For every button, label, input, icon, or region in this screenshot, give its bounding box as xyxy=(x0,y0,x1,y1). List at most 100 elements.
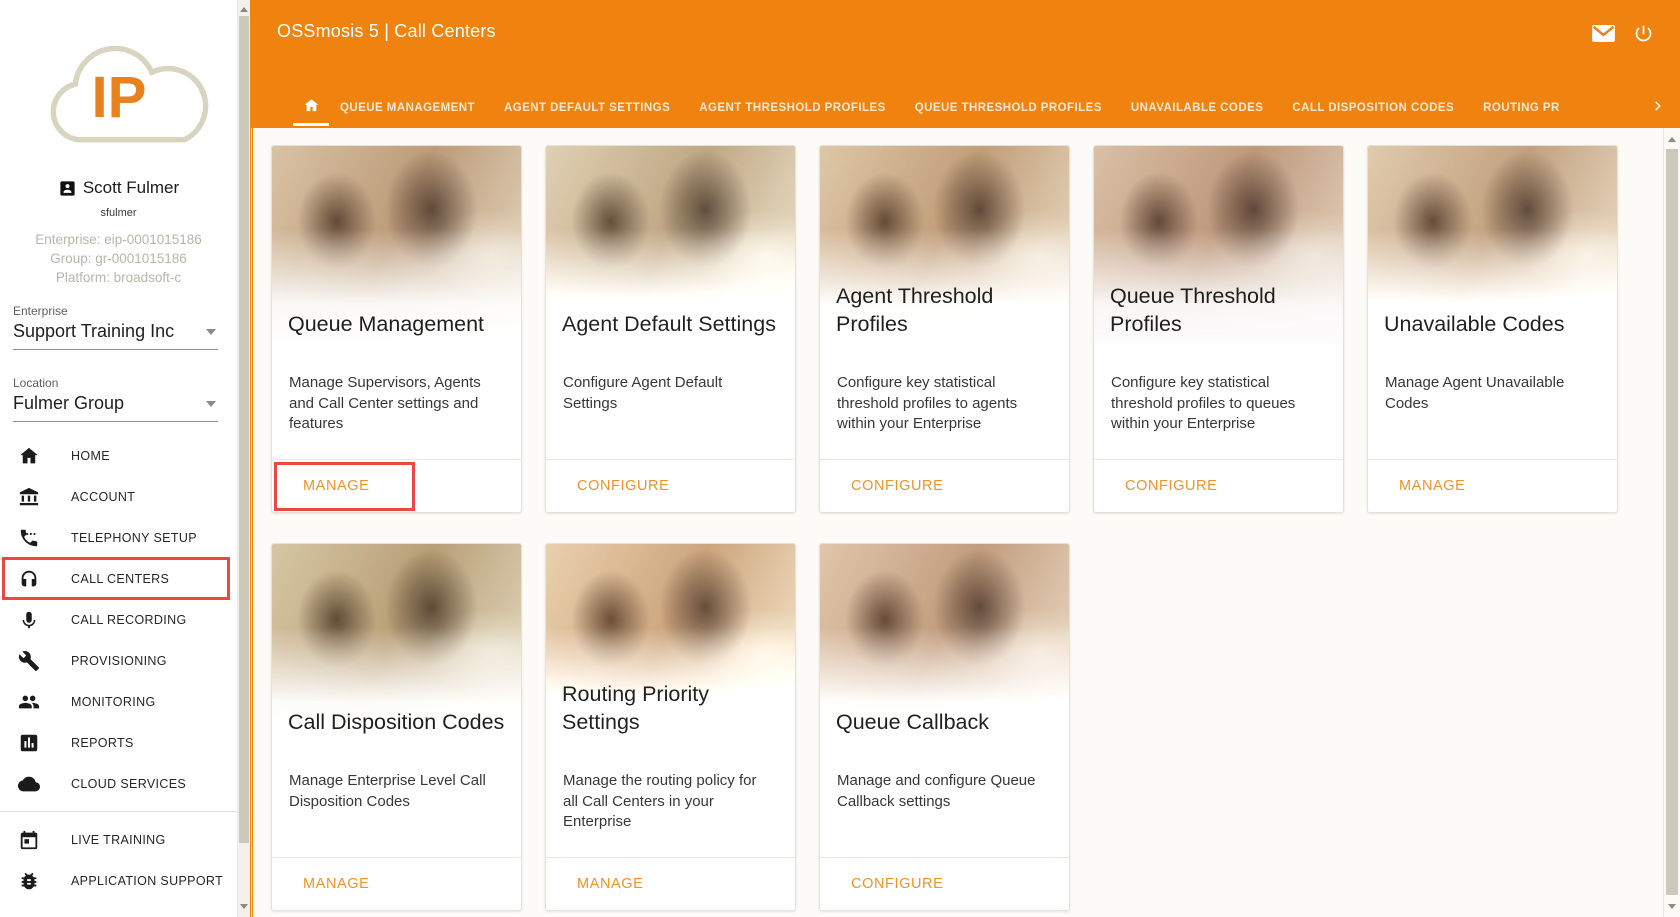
scroll-down-arrow[interactable] xyxy=(1664,898,1680,914)
power-icon[interactable] xyxy=(1633,23,1654,44)
card-photo: Routing Priority Settings xyxy=(546,544,795,742)
sidebar-item-label: HOME xyxy=(71,449,110,463)
sidebar-item-label: LIVE TRAINING xyxy=(71,833,166,847)
card-action-button[interactable]: CONFIGURE xyxy=(1125,478,1217,494)
header-tab[interactable]: AGENT THRESHOLD PROFILES xyxy=(699,102,886,114)
sidebar-scroll-thumb[interactable] xyxy=(239,16,249,843)
sidebar-menu-item[interactable]: REPORTS xyxy=(0,722,237,763)
card-title: Unavailable Codes xyxy=(1384,311,1609,339)
header-tab[interactable]: CALL DISPOSITION CODES xyxy=(1292,102,1454,114)
mail-icon[interactable] xyxy=(1592,25,1615,42)
sidebar-menu-item[interactable]: TELEPHONY SETUP xyxy=(0,517,237,558)
card-description: Manage and configure Queue Callback sett… xyxy=(820,742,1069,812)
content-scroll-thumb[interactable] xyxy=(1666,149,1678,895)
card-action-button[interactable]: CONFIGURE xyxy=(851,478,943,494)
card-action-button[interactable]: MANAGE xyxy=(1399,478,1465,494)
calendar-icon xyxy=(18,829,40,851)
content-scrollbar[interactable] xyxy=(1663,128,1680,917)
bar-chart-icon xyxy=(18,732,40,754)
scroll-up-arrow[interactable] xyxy=(238,2,250,16)
card-action-bar: CONFIGURE xyxy=(820,857,1069,910)
card-description: Manage Supervisors, Agents and Call Cent… xyxy=(272,344,521,435)
sidebar-menu-item[interactable]: CALL CENTERS xyxy=(0,558,237,599)
header-tab[interactable]: QUEUE MANAGEMENT xyxy=(340,102,475,114)
card-action-bar: CONFIGURE xyxy=(546,459,795,512)
enterprise-select[interactable]: Support Training Inc xyxy=(13,318,218,350)
enterprise-select-value: Support Training Inc xyxy=(13,321,174,342)
ip-cloud-logo: IP xyxy=(0,0,237,178)
sidebar-menu-item[interactable]: CLOUD SERVICES xyxy=(0,763,237,804)
platform-id: Platform: broadsoft-c xyxy=(0,268,237,287)
feature-card: Call Disposition Codes Manage Enterprise… xyxy=(271,543,522,911)
header-tab[interactable]: UNAVAILABLE CODES xyxy=(1131,102,1263,114)
card-action-bar: CONFIGURE xyxy=(820,459,1069,512)
telephony-icon xyxy=(18,527,40,549)
card-action-button[interactable]: CONFIGURE xyxy=(851,876,943,892)
menu-divider xyxy=(0,811,237,812)
card-action-button[interactable]: MANAGE xyxy=(577,876,643,892)
cloud-icon xyxy=(18,773,40,795)
sidebar-menu-item[interactable]: APPLICATION SUPPORT xyxy=(0,860,237,901)
location-select-value: Fulmer Group xyxy=(13,393,124,414)
enterprise-id: Enterprise: eip-0001015186 xyxy=(0,230,237,249)
tabs-strip: QUEUE MANAGEMENT AGENT DEFAULT SETTINGS AG… xyxy=(340,88,1624,128)
card-description: Configure key statistical threshold prof… xyxy=(1094,344,1343,435)
card-action-button[interactable]: CONFIGURE xyxy=(577,478,669,494)
card-photo: Unavailable Codes xyxy=(1368,146,1617,344)
location-select[interactable]: Fulmer Group xyxy=(13,390,218,422)
card-action-bar: MANAGE xyxy=(546,857,795,910)
feature-card: Queue Threshold Profiles Configure key s… xyxy=(1093,145,1344,513)
scroll-up-arrow[interactable] xyxy=(1664,131,1680,147)
tab-home[interactable] xyxy=(293,88,329,128)
user-name: Scott Fulmer xyxy=(0,178,237,198)
feature-card: Agent Default Settings Configure Agent D… xyxy=(545,145,796,513)
header-tab[interactable]: QUEUE THRESHOLD PROFILES xyxy=(915,102,1102,114)
card-description: Manage Enterprise Level Call Disposition… xyxy=(272,742,521,812)
microphone-icon xyxy=(18,609,40,631)
chevron-down-icon xyxy=(206,329,216,335)
card-action-bar: MANAGE xyxy=(272,459,521,512)
card-action-bar: MANAGE xyxy=(1368,459,1617,512)
user-full-name: Scott Fulmer xyxy=(83,178,179,198)
card-title: Queue Callback xyxy=(836,709,1061,737)
feature-card: Queue Management Manage Supervisors, Age… xyxy=(271,145,522,513)
scroll-down-arrow[interactable] xyxy=(238,899,250,913)
sidebar-item-label: APPLICATION SUPPORT xyxy=(71,874,223,888)
sidebar-menu: HOME ACCOUNT TELEPHONY SETUP xyxy=(0,435,237,804)
sidebar-menu-item[interactable]: HOME xyxy=(0,435,237,476)
feature-card: Unavailable Codes Manage Agent Unavailab… xyxy=(1367,145,1618,513)
sidebar-menu-item[interactable]: PROVISIONING xyxy=(0,640,237,681)
header-tab[interactable]: AGENT DEFAULT SETTINGS xyxy=(504,102,670,114)
bug-icon xyxy=(18,870,40,892)
card-title: Call Disposition Codes xyxy=(288,709,513,737)
sidebar-item-label: ACCOUNT xyxy=(71,490,135,504)
sidebar: IP Scott Fulmer sfulmer Enterprise: eip-… xyxy=(0,0,250,917)
sidebar-menu-item[interactable]: LIVE TRAINING xyxy=(0,819,237,860)
card-action-button[interactable]: MANAGE xyxy=(303,876,369,892)
feature-card: Routing Priority Settings Manage the rou… xyxy=(545,543,796,911)
card-photo: Queue Callback xyxy=(820,544,1069,742)
card-action-bar: MANAGE xyxy=(272,857,521,910)
main-content: Queue Management Manage Supervisors, Age… xyxy=(250,128,1680,917)
page-title: OSSmosis 5 | Call Centers xyxy=(277,21,496,42)
sidebar-item-label: CALL RECORDING xyxy=(71,613,187,627)
sidebar-menu-item[interactable]: ACCOUNT xyxy=(0,476,237,517)
sidebar-menu-item[interactable]: MONITORING xyxy=(0,681,237,722)
enterprise-select-label: Enterprise xyxy=(13,304,218,318)
sidebar-scrollbar[interactable] xyxy=(237,0,250,917)
cards-grid: Queue Management Manage Supervisors, Age… xyxy=(271,145,1618,911)
header-tab[interactable]: ROUTING PR xyxy=(1483,102,1560,114)
chevron-right-icon[interactable] xyxy=(1649,98,1665,119)
card-description: Configure Agent Default Settings xyxy=(546,344,795,414)
user-details: Enterprise: eip-0001015186 Group: gr-000… xyxy=(0,230,237,287)
sidebar-item-label: MONITORING xyxy=(71,695,156,709)
card-action-button[interactable]: MANAGE xyxy=(303,478,369,494)
location-select-label: Location xyxy=(13,376,218,390)
card-photo: Queue Threshold Profiles xyxy=(1094,146,1343,344)
sidebar-menu-item[interactable]: CALL RECORDING xyxy=(0,599,237,640)
card-photo: Agent Default Settings xyxy=(546,146,795,344)
sidebar-item-label: REPORTS xyxy=(71,736,134,750)
feature-card: Agent Threshold Profiles Configure key s… xyxy=(819,145,1070,513)
sidebar-menu-secondary: LIVE TRAINING APPLICATION SUPPORT xyxy=(0,819,237,901)
sidebar-item-label: TELEPHONY SETUP xyxy=(71,531,197,545)
